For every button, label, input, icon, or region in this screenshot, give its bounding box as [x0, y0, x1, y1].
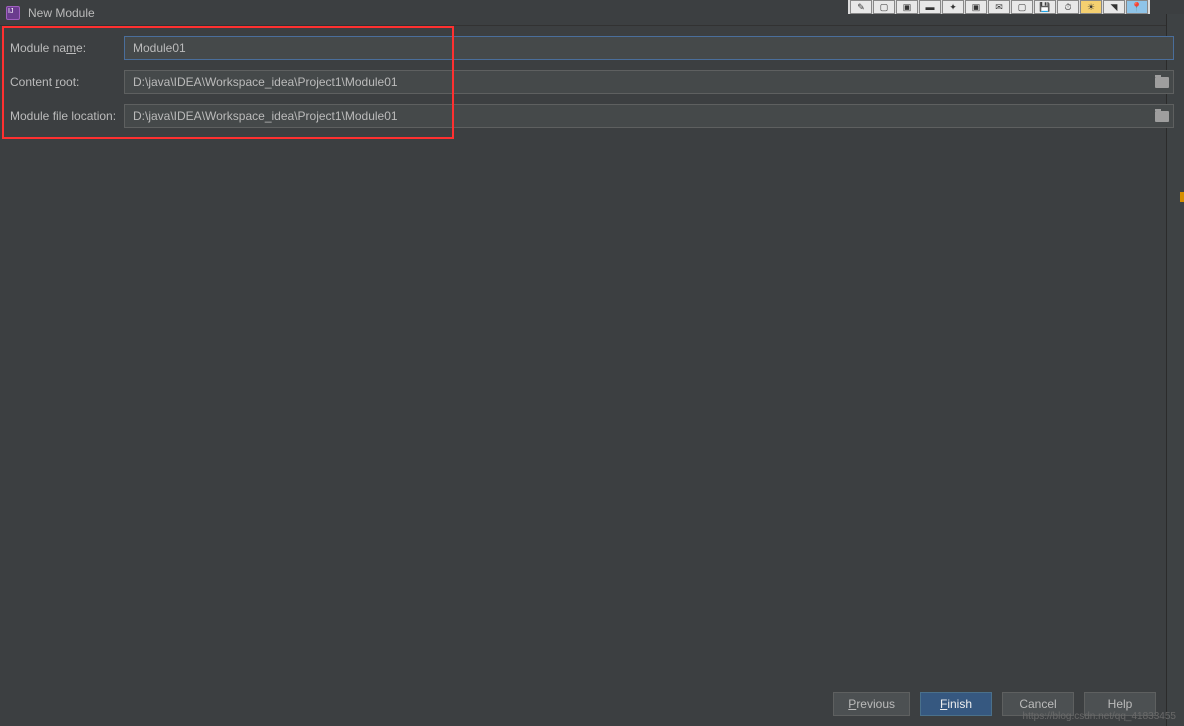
- module-name-row: Module name:: [10, 36, 1174, 60]
- background-toolbar: ✎ ▢ ▣ ▬ ✦ ▣ ✉ ▢ 💾 ⏱ ☀ ◥ 📍: [848, 0, 1150, 14]
- content-root-input-wrapper: [124, 70, 1174, 94]
- tool-icon[interactable]: ▣: [965, 0, 987, 14]
- content-root-label: Content root:: [10, 75, 124, 89]
- module-name-input-wrapper: [124, 36, 1174, 60]
- module-file-location-row: Module file location:: [10, 104, 1174, 128]
- tool-icon[interactable]: ◥: [1103, 0, 1125, 14]
- content-root-row: Content root:: [10, 70, 1174, 94]
- folder-icon: [1155, 111, 1169, 122]
- tool-icon[interactable]: ▣: [896, 0, 918, 14]
- module-file-location-input-wrapper: [124, 104, 1174, 128]
- module-file-location-label: Module file location:: [10, 109, 124, 123]
- module-file-location-input[interactable]: [124, 104, 1174, 128]
- previous-button[interactable]: Previous: [833, 692, 910, 716]
- module-name-label: Module name:: [10, 41, 124, 55]
- module-file-location-browse-button[interactable]: [1152, 106, 1172, 126]
- tool-icon[interactable]: ✉: [988, 0, 1010, 14]
- finish-button[interactable]: Finish: [920, 692, 992, 716]
- gutter-marker: [1180, 192, 1184, 202]
- content-root-input[interactable]: [124, 70, 1174, 94]
- tool-icon[interactable]: ▬: [919, 0, 941, 14]
- folder-icon: [1155, 77, 1169, 88]
- tool-icon[interactable]: 💾: [1034, 0, 1056, 14]
- form-area: Module name: Content root: Module file l…: [0, 26, 1184, 148]
- tool-icon[interactable]: ✎: [850, 0, 872, 14]
- tool-icon[interactable]: ✦: [942, 0, 964, 14]
- watermark-text: https://blog.csdn.net/qq_41833455: [1023, 711, 1176, 722]
- app-icon: [6, 6, 20, 20]
- window-title: New Module: [28, 6, 95, 20]
- content-root-browse-button[interactable]: [1152, 72, 1172, 92]
- tool-icon[interactable]: 📍: [1126, 0, 1148, 14]
- module-name-input[interactable]: [124, 36, 1174, 60]
- tool-icon[interactable]: ☀: [1080, 0, 1102, 14]
- tool-icon[interactable]: ▢: [1011, 0, 1033, 14]
- tool-icon[interactable]: ▢: [873, 0, 895, 14]
- tool-icon[interactable]: ⏱: [1057, 0, 1079, 14]
